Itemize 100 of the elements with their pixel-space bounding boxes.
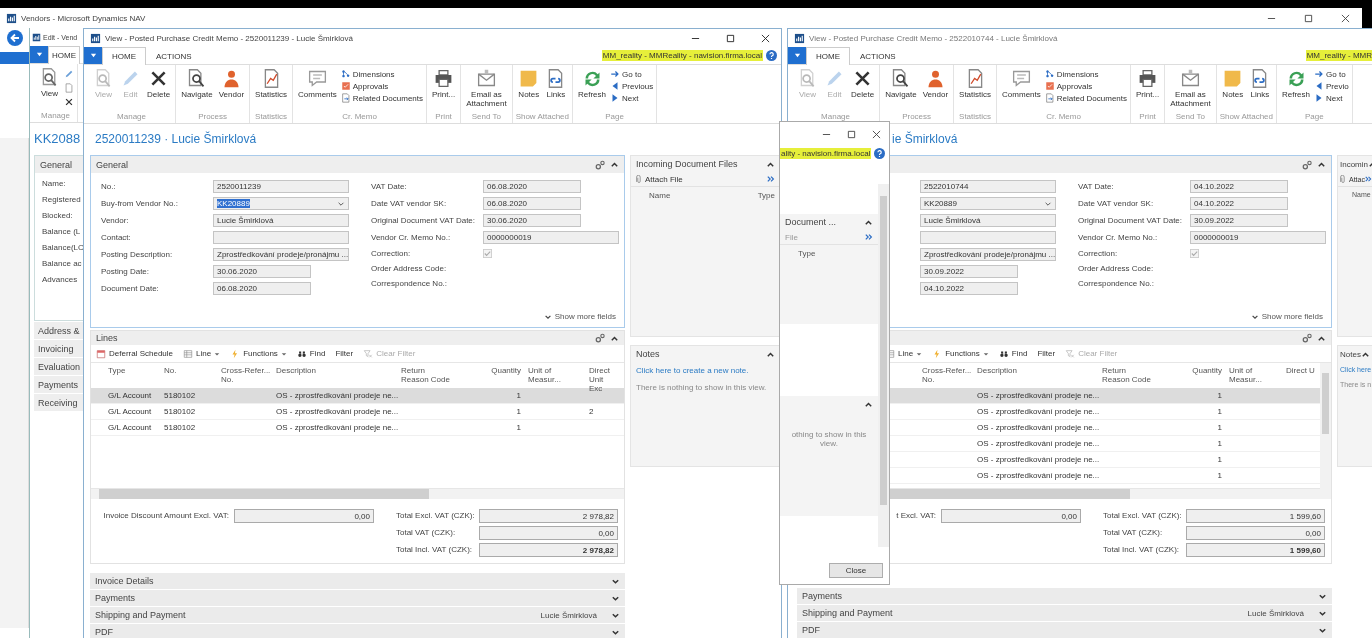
ribbon-button[interactable]: Previous: [610, 81, 654, 91]
ribbon-button[interactable]: View: [37, 67, 62, 111]
fasttab-header[interactable]: Shipping and Payment Lucie Šmirklová: [797, 605, 1332, 621]
column-header[interactable]: Return Reason Code: [1102, 366, 1182, 385]
ribbon-button[interactable]: Notes: [516, 68, 542, 112]
text-field[interactable]: 30.06.2020: [483, 214, 581, 227]
dropdown-field[interactable]: KK20889: [920, 197, 1056, 210]
ribbon-button[interactable]: Go to: [610, 69, 654, 79]
back-icon[interactable]: [7, 30, 23, 46]
maximize-icon[interactable]: [1304, 13, 1313, 23]
column-header[interactable]: Name: [649, 191, 712, 200]
toolbar-button[interactable]: Filter: [1037, 349, 1056, 358]
fasttab-header[interactable]: Payments: [34, 376, 84, 393]
text-field[interactable]: 04.10.2022: [920, 282, 1018, 295]
ribbon-button[interactable]: Go to: [1314, 69, 1349, 79]
column-header[interactable]: Description: [276, 366, 401, 376]
show-more-link[interactable]: Show more fields: [543, 312, 616, 321]
table-row[interactable]: G/L Account 5180102 OS - zprostředkování prodeje ne... 1: [91, 420, 624, 436]
fasttab-header[interactable]: Receiving: [34, 394, 84, 411]
column-header[interactable]: Type: [108, 366, 164, 376]
ribbon-button[interactable]: Previo: [1314, 81, 1349, 91]
ribbon-button[interactable]: Email as Attachment: [464, 68, 509, 112]
help-icon[interactable]: [874, 147, 886, 159]
fasttab-header[interactable]: Payments: [90, 590, 625, 606]
toolbar-button[interactable]: Filter: [335, 349, 354, 358]
close-icon[interactable]: [761, 33, 770, 43]
ribbon-button[interactable]: Links: [1247, 68, 1273, 112]
pencil-icon[interactable]: [64, 69, 74, 79]
ribbon-button[interactable]: Statistics: [253, 68, 290, 112]
delete-icon[interactable]: [64, 97, 74, 107]
column-header[interactable]: Return Reason Code: [401, 366, 481, 385]
ribbon-button[interactable]: Print...: [1134, 68, 1162, 112]
toolbar-button[interactable]: Functions: [932, 348, 989, 359]
gear-icon[interactable]: [1302, 159, 1312, 170]
ribbon-button[interactable]: Navigate: [883, 68, 919, 112]
ribbon-button[interactable]: Links: [543, 68, 569, 112]
text-field[interactable]: [213, 231, 349, 244]
ribbon-button[interactable]: Approvals: [1044, 81, 1128, 91]
ribbon-button[interactable]: Next: [610, 93, 654, 103]
text-field[interactable]: 30.06.2020: [213, 265, 311, 278]
gear-icon[interactable]: [595, 333, 605, 343]
vertical-scrollbar[interactable]: [1320, 363, 1331, 499]
gear-icon[interactable]: [1302, 333, 1312, 343]
double-chevron-icon[interactable]: [865, 233, 873, 241]
fasttab-header[interactable]: Payments: [797, 588, 1332, 604]
ribbon-button[interactable]: Comments: [1000, 68, 1043, 112]
table-row[interactable]: G/L Account 5180102 OS - zprostředkování prodeje ne... 1 2: [91, 404, 624, 420]
close-icon[interactable]: [872, 129, 881, 139]
text-field[interactable]: Lucie Šmirklová: [920, 214, 1056, 227]
help-icon[interactable]: [766, 50, 777, 61]
ribbon-button[interactable]: Related Documents: [340, 93, 424, 103]
text-field[interactable]: 06.08.2020: [213, 282, 311, 295]
show-more-link[interactable]: Show more fields: [1250, 312, 1323, 321]
text-field[interactable]: 30.09.2022: [1190, 214, 1288, 227]
checkbox[interactable]: [483, 249, 492, 258]
close-button[interactable]: Close: [829, 563, 883, 578]
text-field[interactable]: 06.08.2020: [483, 180, 581, 193]
menu-dropdown-button[interactable]: [30, 46, 48, 63]
collapse-icon[interactable]: [1317, 160, 1326, 169]
ribbon-button[interactable]: Notes: [1220, 68, 1246, 112]
text-field[interactable]: Zprostředkování prodeje/pronájmu ...: [920, 248, 1056, 261]
ribbon-tab[interactable]: ACTIONS: [146, 47, 202, 64]
ribbon-button[interactable]: Statistics: [957, 68, 994, 112]
fasttab-header[interactable]: Address &: [34, 322, 84, 339]
ribbon-button[interactable]: Email as Attachment: [1168, 68, 1213, 112]
column-header[interactable]: Cross-Refer... No.: [221, 366, 276, 385]
ribbon-button[interactable]: Dimensions: [1044, 69, 1128, 79]
ribbon-button[interactable]: Next: [1314, 93, 1349, 103]
close-icon[interactable]: [1341, 13, 1350, 23]
fasttab-header[interactable]: Invoice Details: [90, 573, 625, 589]
toolbar-button[interactable]: Line: [183, 348, 221, 359]
column-header[interactable]: Cross-Refer... No.: [922, 366, 977, 385]
toolbar-button[interactable]: Deferral Schedule: [96, 348, 174, 359]
column-header[interactable]: Direct U: [1283, 366, 1318, 376]
fasttab-header[interactable]: PDF: [90, 624, 625, 638]
ribbon-button[interactable]: Dimensions: [340, 69, 424, 79]
attach-file-button[interactable]: Attach File: [636, 174, 683, 184]
text-field[interactable]: 04.10.2022: [1190, 180, 1288, 193]
fasttab-header[interactable]: Shipping and Payment Lucie Šmirklová: [90, 607, 625, 623]
text-field[interactable]: 2520011239: [213, 180, 349, 193]
menu-dropdown-button[interactable]: [84, 47, 102, 64]
ribbon-button[interactable]: Navigate: [179, 68, 215, 112]
text-field[interactable]: Zprostředkování prodeje/pronájmu ...: [213, 248, 349, 261]
ribbon-button[interactable]: Refresh: [1280, 68, 1312, 112]
menu-dropdown-button[interactable]: [788, 47, 806, 64]
text-field[interactable]: Lucie Šmirklová: [213, 214, 349, 227]
column-header[interactable]: Quantity: [481, 366, 521, 376]
column-header[interactable]: Type: [798, 249, 873, 258]
dropdown-field[interactable]: KK20889: [213, 197, 349, 210]
fasttab-header[interactable]: Invoicing: [34, 340, 84, 357]
ribbon-tab[interactable]: HOME: [48, 46, 80, 64]
column-header[interactable]: Unit of Measur...: [521, 366, 582, 385]
double-chevron-icon[interactable]: [1364, 175, 1372, 183]
maximize-icon[interactable]: [726, 33, 735, 43]
text-field[interactable]: 06.08.2020: [483, 197, 581, 210]
text-field[interactable]: 0000000019: [483, 231, 619, 244]
text-field[interactable]: 04.10.2022: [1190, 197, 1288, 210]
text-field[interactable]: 2522010744: [920, 180, 1056, 193]
ribbon-button[interactable]: Delete: [145, 68, 173, 112]
ribbon-button[interactable]: Delete: [849, 68, 877, 112]
